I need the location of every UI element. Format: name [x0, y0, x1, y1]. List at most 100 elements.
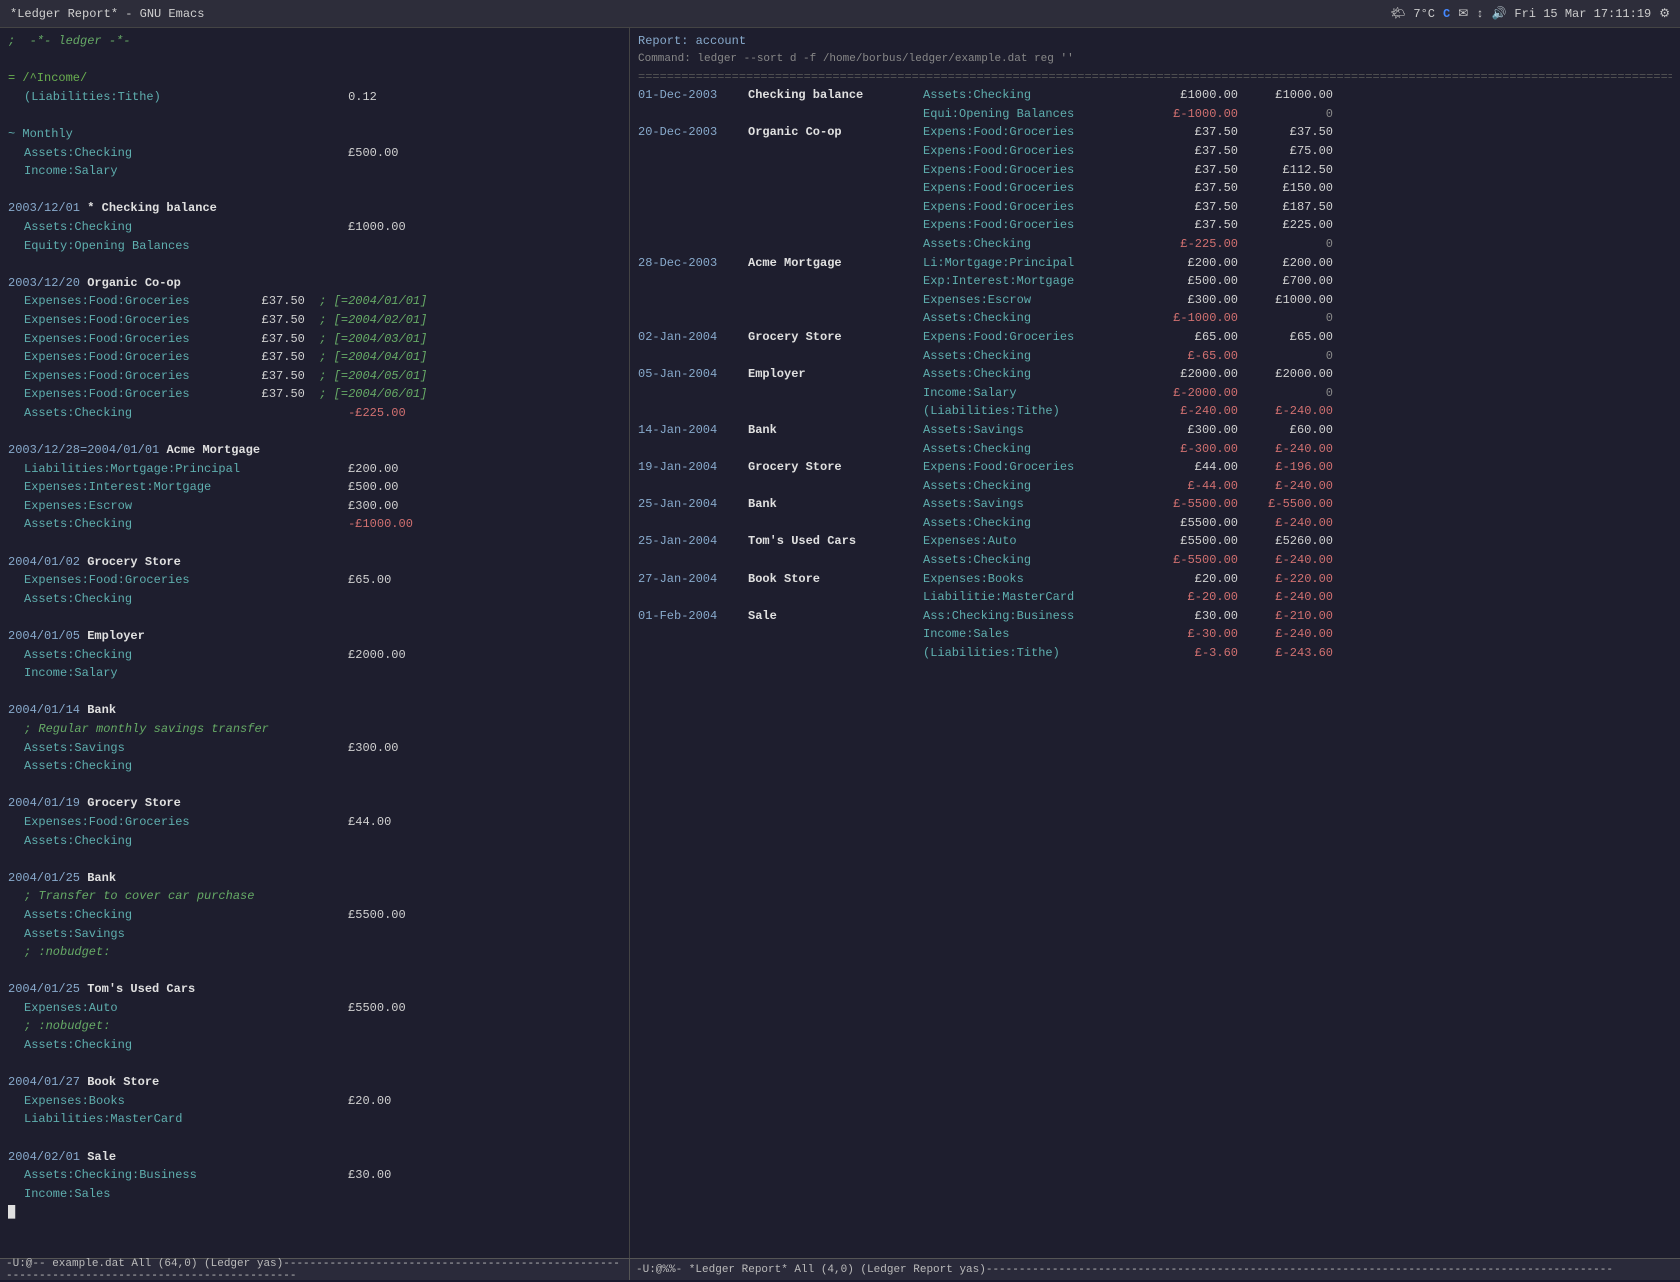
window-title: *Ledger Report* - GNU Emacs: [10, 7, 204, 21]
left-line: 2004/01/02 Grocery Store: [8, 553, 621, 572]
report-row: 20-Dec-2003Organic Co-opExpens:Food:Groc…: [638, 123, 1672, 142]
left-line: Assets:Checking: [8, 757, 621, 776]
left-line: [8, 608, 621, 627]
left-line: Expenses:Interest:Mortgage £500.00: [8, 478, 621, 497]
report-row: 27-Jan-2004Book StoreExpenses:Books£20.0…: [638, 570, 1672, 589]
statusbar-left: -U:@-- example.dat All (64,0) (Ledger ya…: [0, 1259, 630, 1280]
left-line: Income:Sales: [8, 1185, 621, 1204]
statusbar-right: -U:@%%- *Ledger Report* All (4,0) (Ledge…: [630, 1259, 1619, 1280]
report-header: Report: account: [638, 32, 1672, 51]
report-row: Income:Sales£-30.00£-240.00: [638, 625, 1672, 644]
report-row: Assets:Checking£-1000.000: [638, 309, 1672, 328]
report-row: Exp:Interest:Mortgage£500.00£700.00: [638, 272, 1672, 291]
titlebar-right: 🌤 7°C C ✉ ↕ 🔊 Fri 15 Mar 17:11:19 ⚙: [1390, 6, 1670, 21]
left-line: Expenses:Food:Groceries £37.50 ; [=2004/…: [8, 348, 621, 367]
report-separator: ========================================…: [638, 68, 1672, 87]
left-line: Income:Salary: [8, 162, 621, 181]
left-line: [8, 255, 621, 274]
left-line: Liabilities:Mortgage:Principal £200.00: [8, 460, 621, 479]
left-line: 2004/01/25 Tom's Used Cars: [8, 980, 621, 999]
report-row: 01-Feb-2004SaleAss:Checking:Business£30.…: [638, 607, 1672, 626]
statusbar-right-text: -U:@%%- *Ledger Report* All (4,0) (Ledge…: [636, 1264, 1613, 1276]
left-line: [8, 51, 621, 70]
report-row: Expens:Food:Groceries£37.50£75.00: [638, 142, 1672, 161]
report-row: 25-Jan-2004BankAssets:Savings£-5500.00£-…: [638, 495, 1672, 514]
left-line: ; Regular monthly savings transfer: [8, 720, 621, 739]
volume-icon[interactable]: 🔊: [1491, 6, 1506, 21]
left-line: 2004/01/19 Grocery Store: [8, 794, 621, 813]
left-content: ; -*- ledger -*- = /^Income/(Liabilities…: [8, 32, 621, 1222]
report-row: Liabilitie:MasterCard£-20.00£-240.00: [638, 588, 1672, 607]
left-line: Expenses:Food:Groceries £37.50 ; [=2004/…: [8, 311, 621, 330]
report-command: Command: ledger --sort d -f /home/borbus…: [638, 51, 1672, 68]
report-row: 05-Jan-2004EmployerAssets:Checking£2000.…: [638, 365, 1672, 384]
clock: Fri 15 Mar 17:11:19: [1514, 7, 1651, 21]
left-line: [8, 850, 621, 869]
left-line: [8, 422, 621, 441]
report-row: (Liabilities:Tithe)£-240.00£-240.00: [638, 402, 1672, 421]
left-line: Assets:Checking £2000.00: [8, 646, 621, 665]
left-line: Expenses:Food:Groceries £37.50 ; [=2004/…: [8, 330, 621, 349]
weather-icon: 🌤: [1390, 6, 1405, 21]
left-line: Assets:Checking £5500.00: [8, 906, 621, 925]
left-line: ; :nobudget:: [8, 1017, 621, 1036]
main-area: ; -*- ledger -*- = /^Income/(Liabilities…: [0, 28, 1680, 1258]
left-line: Expenses:Escrow £300.00: [8, 497, 621, 516]
left-line: [8, 1129, 621, 1148]
report-row: Assets:Checking£-300.00£-240.00: [638, 440, 1672, 459]
left-line: Income:Salary: [8, 664, 621, 683]
left-line: [8, 683, 621, 702]
report-row: 02-Jan-2004Grocery StoreExpens:Food:Groc…: [638, 328, 1672, 347]
right-content: Report: accountCommand: ledger --sort d …: [638, 32, 1672, 663]
left-line: ; -*- ledger -*-: [8, 32, 621, 51]
left-line: Expenses:Books £20.00: [8, 1092, 621, 1111]
left-line: ; :nobudget:: [8, 943, 621, 962]
left-line: (Liabilities:Tithe) 0.12: [8, 88, 621, 107]
left-line: Assets:Savings: [8, 925, 621, 944]
left-line: Assets:Checking:Business £30.00: [8, 1166, 621, 1185]
left-line: ; Transfer to cover car purchase: [8, 887, 621, 906]
refresh-icon[interactable]: C: [1443, 7, 1450, 21]
left-line: 2003/12/20 Organic Co-op: [8, 274, 621, 293]
left-line: [8, 181, 621, 200]
left-line: [8, 776, 621, 795]
left-pane[interactable]: ; -*- ledger -*- = /^Income/(Liabilities…: [0, 28, 630, 1258]
report-row: 25-Jan-2004Tom's Used CarsExpenses:Auto£…: [638, 532, 1672, 551]
report-row: Income:Salary£-2000.000: [638, 384, 1672, 403]
left-line: [8, 534, 621, 553]
report-row: 28-Dec-2003Acme MortgageLi:Mortgage:Prin…: [638, 254, 1672, 273]
left-line: 2003/12/28=2004/01/01 Acme Mortgage: [8, 441, 621, 460]
report-row: Expens:Food:Groceries£37.50£112.50: [638, 161, 1672, 180]
titlebar: *Ledger Report* - GNU Emacs 🌤 7°C C ✉ ↕ …: [0, 0, 1680, 28]
left-line: [8, 106, 621, 125]
settings-icon[interactable]: ⚙: [1659, 6, 1670, 21]
report-row: Assets:Checking£5500.00£-240.00: [638, 514, 1672, 533]
statusbar: -U:@-- example.dat All (64,0) (Ledger ya…: [0, 1258, 1680, 1280]
left-line: 2004/01/05 Employer: [8, 627, 621, 646]
left-line: Assets:Checking: [8, 590, 621, 609]
left-line: Expenses:Food:Groceries £37.50 ; [=2004/…: [8, 367, 621, 386]
report-row: Expens:Food:Groceries£37.50£150.00: [638, 179, 1672, 198]
report-row: Assets:Checking£-225.000: [638, 235, 1672, 254]
left-line: [8, 962, 621, 981]
left-line: Assets:Checking: [8, 832, 621, 851]
report-row: Expens:Food:Groceries£37.50£225.00: [638, 216, 1672, 235]
left-line: █: [8, 1203, 621, 1222]
mail-icon[interactable]: ✉: [1458, 6, 1468, 21]
report-row: Expenses:Escrow£300.00£1000.00: [638, 291, 1672, 310]
report-row: Expens:Food:Groceries£37.50£187.50: [638, 198, 1672, 217]
left-line: 2003/12/01 * Checking balance: [8, 199, 621, 218]
report-row: (Liabilities:Tithe)£-3.60£-243.60: [638, 644, 1672, 663]
temperature: 7°C: [1413, 7, 1435, 21]
report-row: Assets:Checking£-44.00£-240.00: [638, 477, 1672, 496]
left-line: Expenses:Food:Groceries £44.00: [8, 813, 621, 832]
left-line: Assets:Checking -£1000.00: [8, 515, 621, 534]
left-line: Assets:Savings £300.00: [8, 739, 621, 758]
left-line: = /^Income/: [8, 69, 621, 88]
network-icon[interactable]: ↕: [1476, 7, 1483, 21]
right-pane[interactable]: Report: accountCommand: ledger --sort d …: [630, 28, 1680, 1258]
left-line: Expenses:Food:Groceries £37.50 ; [=2004/…: [8, 385, 621, 404]
left-line: Equity:Opening Balances: [8, 237, 621, 256]
left-line: Expenses:Food:Groceries £37.50 ; [=2004/…: [8, 292, 621, 311]
report-row: Assets:Checking£-65.000: [638, 347, 1672, 366]
